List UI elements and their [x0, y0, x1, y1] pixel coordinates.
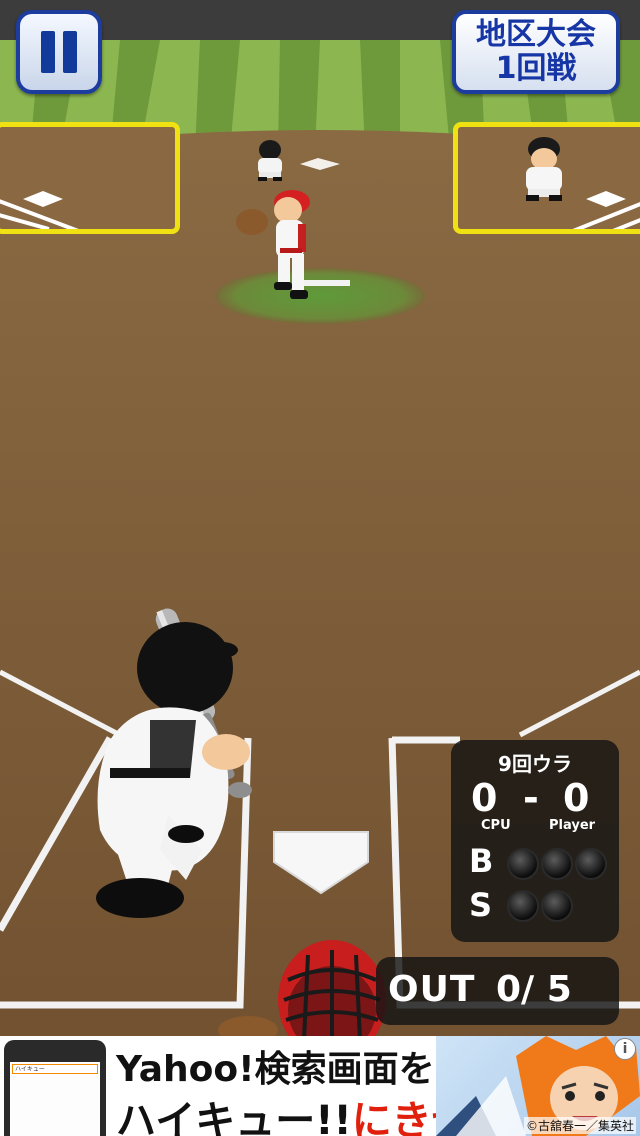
ball-lamp-2: [541, 848, 573, 880]
ball-lamp-3: [575, 848, 607, 880]
third-base-view: [526, 137, 640, 229]
third-base-camera-inset: [453, 122, 640, 234]
ball-lamp-1: [507, 848, 539, 880]
pause-icon: [41, 31, 55, 73]
round-number: 1回戦: [495, 51, 577, 86]
runner-fielder: [526, 137, 562, 201]
player-score: 0: [563, 776, 590, 820]
out-count: 0/ 5: [496, 969, 572, 1010]
ad-copyright: ©古舘春一／集英社: [523, 1117, 636, 1134]
info-icon[interactable]: i: [614, 1038, 636, 1060]
out-label: OUT: [388, 969, 476, 1010]
ad-brand: Yahoo!: [116, 1049, 255, 1090]
out-counter: OUT 0/ 5: [376, 957, 619, 1025]
cpu-score: 0: [471, 776, 498, 820]
strike-count-label: S: [469, 886, 493, 924]
ad-headline-1b: 検索画面を: [254, 1049, 435, 1090]
cpu-label: CPU: [481, 818, 511, 833]
ad-phone-mockup: ハイキュー: [4, 1040, 106, 1136]
pause-icon-bar: [63, 31, 77, 73]
inning-label: 9回ウラ: [498, 752, 572, 776]
ad-title: ハイキュー!!: [116, 1098, 352, 1136]
tournament-name: 地区大会: [476, 17, 596, 52]
first-base-camera-inset: [0, 122, 180, 234]
ad-character-art: ©古舘春一／集英社: [436, 1036, 640, 1136]
scoreboard: 9回ウラ 0 - 0 CPU Player B S: [451, 740, 619, 942]
pause-button[interactable]: [16, 10, 102, 94]
ball-count-label: B: [469, 842, 494, 880]
strike-lamp-1: [507, 890, 539, 922]
ad-banner[interactable]: ハイキュー Yahoo!検索画面を ハイキュー!!にきせかえ! ©古舘春一／集英…: [0, 1036, 640, 1136]
tournament-round-badge: 地区大会 1回戦: [452, 10, 620, 94]
second-baseman: [258, 140, 282, 181]
player-label: Player: [549, 818, 596, 833]
ad-phone-search: ハイキュー: [12, 1064, 98, 1074]
strike-lamp-2: [541, 890, 573, 922]
ad-headline-1: Yahoo!検索画面を: [116, 1040, 435, 1092]
first-base-view: [0, 191, 79, 229]
score-separator: -: [523, 776, 539, 820]
